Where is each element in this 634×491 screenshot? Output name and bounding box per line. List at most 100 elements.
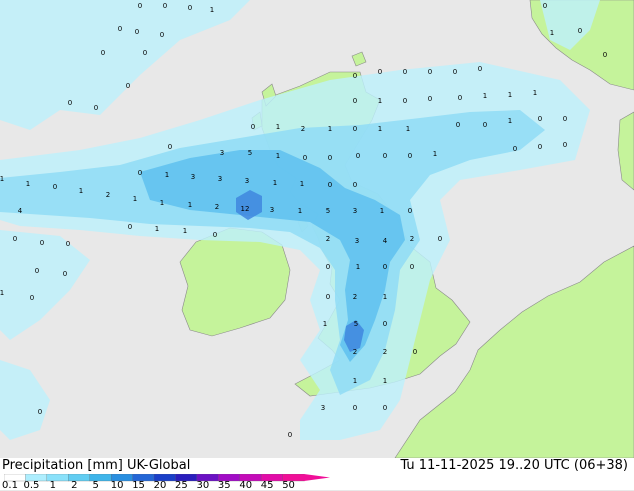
map-value-label: 0 xyxy=(53,183,57,191)
map-value-label: 3 xyxy=(245,177,249,185)
map-value-label: 2 xyxy=(410,235,414,243)
map-value-label: 0 xyxy=(326,293,330,301)
map-value-label: 3 xyxy=(218,175,222,183)
map-value-label: 0 xyxy=(94,104,98,112)
footer-bar: Precipitation [mm] UK-Global Tu 11-11-20… xyxy=(0,458,634,491)
color-scale-arrow xyxy=(304,474,330,481)
color-scale-tick: 30 xyxy=(196,480,210,491)
map-value-label: 1 xyxy=(550,29,554,37)
map-value-label: 0 xyxy=(408,152,412,160)
map-value-label: 1 xyxy=(188,201,192,209)
map-value-label: 0 xyxy=(288,431,292,439)
map-value-label: 1 xyxy=(273,179,277,187)
map-value-label: 1 xyxy=(210,6,214,14)
map-value-label: 0 xyxy=(478,65,482,73)
map-value-label: 0 xyxy=(563,141,567,149)
map-value-label: 0 xyxy=(63,270,67,278)
map-value-label: 1 xyxy=(155,225,159,233)
map-value-label: 0 xyxy=(303,154,307,162)
map-value-label: 0 xyxy=(578,27,582,35)
map-value-label: 0 xyxy=(538,115,542,123)
map-value-label: 1 xyxy=(276,152,280,160)
color-scale-tick: 5 xyxy=(92,480,99,491)
map-value-label: 0 xyxy=(403,97,407,105)
map-value-label: 5 xyxy=(248,149,252,157)
map-value-label: 0 xyxy=(143,49,147,57)
map-value-label: 3 xyxy=(353,207,357,215)
map-value-label: 0 xyxy=(328,181,332,189)
map-value-label: 0 xyxy=(543,2,547,10)
map-value-label: 0 xyxy=(135,28,139,36)
map-value-label: 1 xyxy=(533,89,537,97)
map-value-label: 0 xyxy=(188,4,192,12)
color-scale-tick: 2 xyxy=(71,480,78,491)
color-scale-tick: 40 xyxy=(239,480,253,491)
map-value-label: 2 xyxy=(383,348,387,356)
map-value-label: 0 xyxy=(356,152,360,160)
map-value-label: 0 xyxy=(118,25,122,33)
map-value-label: 0 xyxy=(160,31,164,39)
map-value-label: 3 xyxy=(191,173,195,181)
map-value-label: 2 xyxy=(326,235,330,243)
map-title: Precipitation [mm] UK-Global xyxy=(2,458,191,473)
map-value-label: 0 xyxy=(66,240,70,248)
map-value-label: 0 xyxy=(30,294,34,302)
color-scale-tick: 0.1 xyxy=(2,480,18,491)
map-value-label: 1 xyxy=(406,125,410,133)
map-value-label: 0 xyxy=(138,2,142,10)
color-scale-tick: 10 xyxy=(110,480,124,491)
map-value-label: 2 xyxy=(353,293,357,301)
map-value-label: 1 xyxy=(298,207,302,215)
precipitation-map[interactable]: 0 0 0 1 0 0 0 0 0 0 0 0 0 0 0 0 0 0 0 1 0 0 0 1 1 1 0 0 0 0 1 0 0 0 0 1 0 0 0 1… xyxy=(0,0,634,458)
map-value-label: 0 xyxy=(513,145,517,153)
map-value-label: 0 xyxy=(410,263,414,271)
map-value-label: 0 xyxy=(353,97,357,105)
map-value-label: 1 xyxy=(300,180,304,188)
map-value-label: 1 xyxy=(79,187,83,195)
map-value-label: 0 xyxy=(458,94,462,102)
color-scale-tick: 15 xyxy=(132,480,145,491)
map-value-label: 0 xyxy=(563,115,567,123)
color-scale-tick: 1 xyxy=(49,480,57,491)
map-value-label: 0 xyxy=(383,320,387,328)
color-scale-tick: 50 xyxy=(282,480,295,491)
map-value-label: 0 xyxy=(603,51,607,59)
map-value-label: 1 xyxy=(26,180,30,188)
map-value-label: 0 xyxy=(138,169,142,177)
map-value-label: 0 xyxy=(213,231,217,239)
map-value-label: 0 xyxy=(438,235,442,243)
map-value-label: 0 xyxy=(168,143,172,151)
map-value-label: 1 xyxy=(323,320,327,328)
map-value-label: 1 xyxy=(378,125,382,133)
map-value-label: 4 xyxy=(383,237,388,245)
map-value-label: 1 xyxy=(328,125,332,133)
color-scale-tick: 0.5 xyxy=(23,480,40,491)
map-value-label: 1 xyxy=(133,195,137,203)
map-value-label: 2 xyxy=(215,203,219,211)
color-scale-tick: 35 xyxy=(217,480,231,491)
map-value-label: 0 xyxy=(101,49,105,57)
map-value-label: 1 xyxy=(433,150,437,158)
map-value-label: 0 xyxy=(413,348,417,356)
map-value-label: 1 xyxy=(383,293,387,301)
map-value-label: 3 xyxy=(220,149,224,157)
map-value-label: 1 xyxy=(276,123,280,131)
map-value-label: 0 xyxy=(328,154,332,162)
map-value-label: 1 xyxy=(0,175,4,183)
map-value-label: 4 xyxy=(18,207,23,215)
map-value-label: 0 xyxy=(353,404,357,412)
map-value-label: 0 xyxy=(538,143,542,151)
map-value-label: 0 xyxy=(383,152,387,160)
map-value-label: 1 xyxy=(380,207,384,215)
map-value-label: 0 xyxy=(13,235,17,243)
map-value-label: 0 xyxy=(126,82,130,90)
color-scale-tick: 45 xyxy=(260,480,274,491)
color-scale-tick: 20 xyxy=(153,480,167,491)
map-value-label: 0 xyxy=(383,404,387,412)
map-value-label: 0 xyxy=(428,68,432,76)
map-value-label: 0 xyxy=(378,68,382,76)
map-value-label: 1 xyxy=(483,92,487,100)
map-value-label: 0 xyxy=(163,2,167,10)
map-value-label: 1 xyxy=(378,97,382,105)
map-value-label: 2 xyxy=(301,125,305,133)
